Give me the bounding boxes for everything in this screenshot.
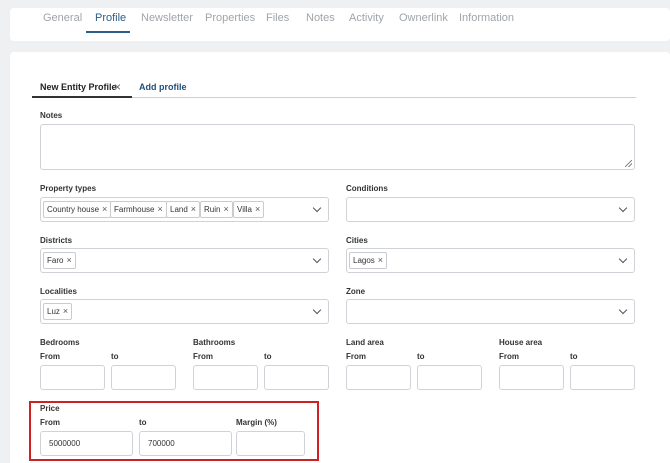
localities-select[interactable]: Luz × [40,299,329,324]
chip-villa: Villa × [233,201,265,218]
land-area-label: Land area [346,338,384,347]
remove-chip-icon[interactable]: × [157,202,162,217]
notes-textarea[interactable] [40,124,635,170]
tab-files[interactable]: Files [266,12,289,24]
notes-label: Notes [40,111,63,120]
house-area-to-label: to [570,352,578,361]
chevron-down-icon[interactable] [618,254,628,264]
price-highlight-box [29,401,319,461]
zone-label: Zone [346,287,366,296]
land-area-from-input[interactable] [346,365,411,390]
remove-chip-icon[interactable]: × [191,202,196,217]
chip-ruin: Ruin × [200,201,233,218]
chip-label: Faro [47,256,64,265]
property-types-label: Property types [40,184,97,193]
bedrooms-from-input[interactable] [40,365,105,390]
cities-select[interactable]: Lagos × [346,248,635,273]
bathrooms-to-input[interactable] [264,365,329,390]
conditions-label: Conditions [346,184,388,193]
profile-tab-indicator [32,96,132,98]
land-area-to-input[interactable] [417,365,482,390]
property-types-select[interactable]: Country house × Farmhouse × Land × Ruin × Vi… [40,197,329,222]
chip-label: Farmhouse [114,205,155,214]
tab-activity[interactable]: Activity [349,12,384,24]
bathrooms-from-input[interactable] [193,365,258,390]
chip-farmhouse: Farmhouse × [110,201,167,218]
chip-land: Land × [166,201,201,218]
remove-chip-icon[interactable]: × [255,202,260,217]
bedrooms-to-input[interactable] [111,365,176,390]
tab-profile[interactable]: Profile [95,12,126,24]
bathrooms-from-label: From [193,352,213,361]
bedrooms-from-label: From [40,352,60,361]
chevron-down-icon[interactable] [618,305,628,315]
tab-information[interactable]: Information [459,12,514,24]
bedrooms-label: Bedrooms [40,338,80,347]
bathrooms-label: Bathrooms [193,338,236,347]
remove-chip-icon[interactable]: × [223,202,228,217]
house-area-to-input[interactable] [570,365,635,390]
remove-chip-icon[interactable]: × [102,202,107,217]
close-icon[interactable]: × [114,81,121,93]
chevron-down-icon[interactable] [312,254,322,264]
chip-label: Land [170,205,188,214]
house-area-from-label: From [499,352,519,361]
chip-label: Lagos [353,256,375,265]
add-profile-button[interactable]: Add profile [139,82,187,92]
conditions-select[interactable] [346,197,635,222]
zone-select[interactable] [346,299,635,324]
chip-luz: Luz × [43,303,73,320]
house-area-label: House area [499,338,543,347]
districts-label: Districts [40,236,73,245]
chip-label: Country house [47,205,100,214]
tab-newsletter[interactable]: Newsletter [141,12,193,24]
tab-notes[interactable]: Notes [306,12,335,24]
bathrooms-to-label: to [264,352,272,361]
land-area-from-label: From [346,352,366,361]
chip-faro: Faro × [43,252,76,269]
chevron-down-icon[interactable] [618,203,628,213]
house-area-from-input[interactable] [499,365,564,390]
chevron-down-icon[interactable] [312,203,322,213]
bedrooms-to-label: to [111,352,119,361]
chip-label: Ruin [204,205,221,214]
resize-grip-icon[interactable] [625,160,632,167]
chevron-down-icon[interactable] [312,305,322,315]
chip-label: Villa [237,205,252,214]
remove-chip-icon[interactable]: × [63,304,68,319]
tab-ownerlink[interactable]: Ownerlink [399,12,448,24]
land-area-to-label: to [417,352,425,361]
chip-label: Luz [47,307,60,316]
remove-chip-icon[interactable]: × [378,253,383,268]
cities-label: Cities [346,236,368,245]
profile-tab-new-entity[interactable]: New Entity Profile [40,82,117,92]
tab-properties[interactable]: Properties [205,12,255,24]
localities-label: Localities [40,287,77,296]
active-tab-indicator [86,31,130,33]
districts-select[interactable]: Faro × [40,248,329,273]
tab-general[interactable]: General [43,12,82,24]
chip-lagos: Lagos × [349,252,388,269]
remove-chip-icon[interactable]: × [66,253,71,268]
chip-country-house: Country house × [43,201,112,218]
